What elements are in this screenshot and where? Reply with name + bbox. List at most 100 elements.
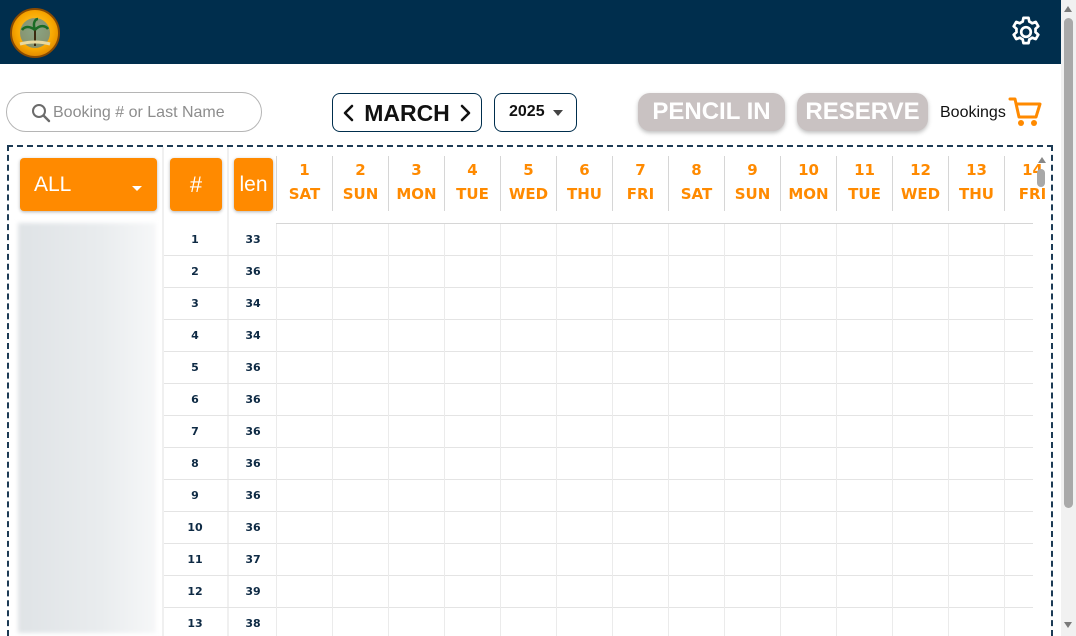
day-number: 4	[467, 161, 478, 179]
slip-number: 11	[187, 553, 203, 566]
slip-length: 36	[245, 489, 261, 502]
slip-length: 33	[245, 233, 261, 246]
day-header-row: 1 SAT 2 SUN 3 MON 4 TUE 5 WED 6 THU 7 FRI 8 SAT 9 SUN 10 MO…	[276, 156, 1046, 224]
month-selector: MARCH	[332, 93, 482, 132]
scroll-down-icon[interactable]	[1064, 622, 1072, 628]
slip-length: 37	[245, 553, 261, 566]
day-header: 6 THU	[556, 156, 612, 211]
day-of-week: THU	[567, 185, 602, 203]
scroll-thumb[interactable]	[1064, 18, 1073, 508]
day-of-week: FRI	[626, 185, 655, 203]
day-number: 1	[299, 161, 310, 179]
day-of-week: WED	[508, 185, 549, 203]
slip-length: 36	[245, 265, 261, 278]
scroll-up-icon[interactable]	[1064, 6, 1072, 12]
slip-length: 36	[245, 361, 261, 374]
slip-number: 6	[191, 393, 199, 406]
day-of-week: SUN	[342, 185, 379, 203]
search-input[interactable]	[53, 101, 253, 125]
slip-number: 10	[187, 521, 203, 534]
scroll-thumb[interactable]	[1037, 169, 1045, 187]
grid-line	[444, 224, 445, 636]
grid-line	[1004, 224, 1005, 636]
booking-calendar-grid: ALL # len 1 SAT 2 SUN 3 MON 4 TUE 5 WED 6 THU 7 FRI 8 S…	[7, 145, 1053, 636]
day-number: 13	[966, 161, 987, 179]
grid-line	[724, 224, 725, 636]
slip-length: 36	[245, 457, 261, 470]
slip-row[interactable]: 4 34	[9, 320, 1049, 352]
day-of-week: THU	[959, 185, 994, 203]
day-header: 4 TUE	[444, 156, 500, 211]
chevron-right-icon[interactable]	[457, 103, 473, 123]
slip-length: 39	[245, 585, 261, 598]
day-header: 1 SAT	[276, 156, 332, 211]
grid-line	[332, 224, 333, 636]
grid-scrollbar[interactable]	[1035, 157, 1049, 633]
slip-row[interactable]: 12 39	[9, 576, 1049, 608]
slip-row[interactable]: 13 38	[9, 608, 1049, 636]
day-header: 11 TUE	[836, 156, 892, 211]
slip-length: 38	[245, 617, 261, 630]
search-box[interactable]	[6, 92, 262, 132]
grid-line	[556, 224, 557, 636]
slip-row[interactable]: 9 36	[9, 480, 1049, 512]
pencil-in-button[interactable]: PENCIL IN	[638, 93, 785, 131]
slip-number: 1	[191, 233, 199, 246]
slip-row[interactable]: 7 36	[9, 416, 1049, 448]
chevron-left-icon[interactable]	[341, 103, 357, 123]
day-of-week: TUE	[456, 185, 489, 203]
slip-row[interactable]: 3 34	[9, 288, 1049, 320]
day-number: 11	[854, 161, 875, 179]
day-of-week: SAT	[288, 185, 321, 203]
search-icon	[32, 104, 51, 123]
grid-line	[668, 224, 669, 636]
page-scrollbar[interactable]	[1061, 0, 1076, 636]
bookings-label[interactable]: Bookings	[940, 104, 1006, 122]
day-header: 10 MON	[780, 156, 836, 211]
slip-number: 5	[191, 361, 199, 374]
slip-row[interactable]: 6 36	[9, 384, 1049, 416]
dock-filter-dropdown[interactable]: ALL	[20, 158, 157, 211]
day-number: 7	[635, 161, 646, 179]
grid-line	[892, 224, 893, 636]
slip-number: 4	[191, 329, 199, 342]
slip-length: 36	[245, 425, 261, 438]
day-number: 12	[910, 161, 931, 179]
grid-line	[276, 224, 277, 636]
reserve-button[interactable]: RESERVE	[797, 93, 928, 131]
grid-line	[612, 224, 613, 636]
day-number: 9	[747, 161, 758, 179]
shopping-cart-icon[interactable]	[1008, 95, 1044, 129]
sort-by-length-button[interactable]: len	[234, 158, 273, 211]
dock-filter-label: ALL	[34, 173, 72, 196]
slip-row[interactable]: 11 37	[9, 544, 1049, 576]
year-label: 2025	[509, 103, 545, 120]
slip-number: 3	[191, 297, 199, 310]
grid-line	[780, 224, 781, 636]
gear-icon[interactable]	[1008, 14, 1044, 50]
slip-row[interactable]: 8 36	[9, 448, 1049, 480]
day-number: 5	[523, 161, 534, 179]
day-number: 3	[411, 161, 422, 179]
slip-row[interactable]: 1 33	[9, 224, 1049, 256]
scroll-up-icon[interactable]	[1038, 157, 1046, 163]
caret-down-icon	[132, 186, 142, 191]
grid-line	[948, 224, 949, 636]
day-header: 9 SUN	[724, 156, 780, 211]
sort-by-number-button[interactable]: #	[170, 158, 222, 211]
day-header: 8 SAT	[668, 156, 724, 211]
year-dropdown[interactable]: 2025	[494, 93, 577, 132]
slip-number: 7	[191, 425, 199, 438]
day-header: 12 WED	[892, 156, 948, 211]
slip-number: 2	[191, 265, 199, 278]
slip-row[interactable]: 2 36	[9, 256, 1049, 288]
slip-length: 36	[245, 393, 261, 406]
marina-logo-icon[interactable]	[10, 8, 60, 58]
day-of-week: MON	[396, 185, 437, 203]
slip-length: 36	[245, 521, 261, 534]
slip-row[interactable]: 5 36	[9, 352, 1049, 384]
slip-row[interactable]: 10 36	[9, 512, 1049, 544]
day-header: 2 SUN	[332, 156, 388, 211]
slip-length: 34	[245, 297, 261, 310]
day-of-week: MON	[788, 185, 829, 203]
